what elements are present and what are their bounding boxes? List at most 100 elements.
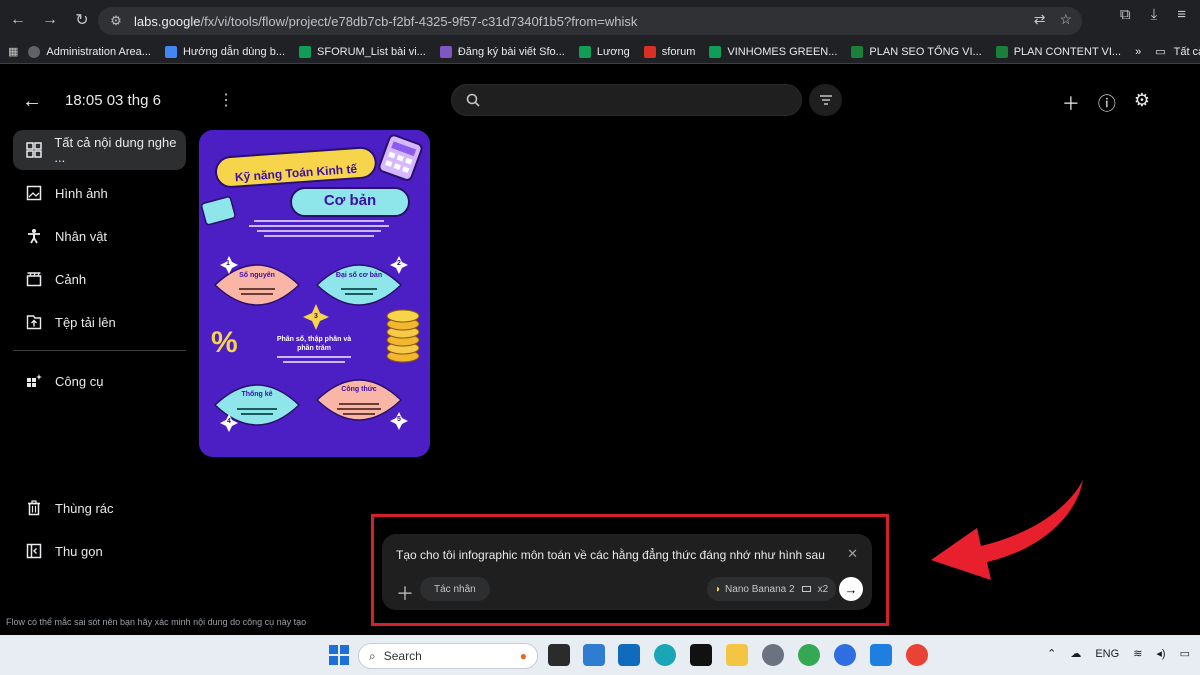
project-title: 18:05 03 thg 6 bbox=[65, 92, 161, 109]
arrow-right-icon: → bbox=[844, 581, 858, 597]
task-view-icon[interactable] bbox=[548, 644, 570, 666]
flow-app: ← 18:05 03 thg 6 ⋮ ＋ ⓘ ⚙ Tất cả nội dung… bbox=[0, 64, 1200, 635]
bookmark-item[interactable]: PLAN CONTENT VI... bbox=[995, 45, 1121, 58]
banana-icon: ◗ bbox=[715, 583, 722, 595]
sidebar-divider bbox=[13, 350, 186, 351]
more-vert-icon[interactable]: ⋮ bbox=[218, 90, 234, 110]
sidebar-item-trash[interactable]: Thùng rác bbox=[13, 488, 186, 528]
bookmark-favicon bbox=[164, 45, 177, 58]
sidebar-item-scenes[interactable]: Cảnh bbox=[13, 259, 186, 299]
onedrive-icon[interactable]: ☁ bbox=[1070, 647, 1081, 660]
section-number: 5 bbox=[397, 416, 401, 423]
bookmark-favicon bbox=[28, 45, 41, 58]
folder-icon: ▭ bbox=[1155, 46, 1166, 58]
filter-icon bbox=[819, 95, 832, 105]
sidebar-item-images[interactable]: Hình ảnh bbox=[13, 173, 186, 213]
sidebar-item-tools[interactable]: Công cụ bbox=[13, 361, 186, 401]
back-arrow-icon[interactable]: ← bbox=[22, 90, 42, 113]
zalo-icon[interactable] bbox=[834, 644, 856, 666]
prompt-input[interactable]: Tạo cho tôi infographic môn toán về các … bbox=[396, 548, 825, 562]
annotation-arrow-icon bbox=[931, 480, 1083, 580]
sidebar-item-characters[interactable]: Nhân vật bbox=[13, 216, 186, 256]
send-button[interactable]: → bbox=[839, 577, 863, 601]
section-label: Thống kê bbox=[241, 391, 273, 398]
sidebar-item-collapse[interactable]: Thu gọn bbox=[13, 531, 186, 571]
add-icon[interactable]: ＋ bbox=[1062, 90, 1080, 116]
chevron-up-icon[interactable]: ⌃ bbox=[1047, 647, 1056, 660]
bookmarks-more[interactable]: » bbox=[1135, 46, 1141, 58]
collapse-panel-icon bbox=[25, 542, 43, 560]
reading-list-icon[interactable]: ≡ bbox=[1177, 6, 1186, 23]
reload-icon[interactable]: ↻ bbox=[68, 6, 96, 34]
edge-icon[interactable] bbox=[654, 644, 676, 666]
app-icon[interactable] bbox=[870, 644, 892, 666]
tools-sparkle-icon bbox=[25, 372, 43, 390]
model-selector[interactable]: ◗ Nano Banana 2 x2 bbox=[707, 577, 837, 601]
sidebar-item-all-content[interactable]: Tất cả nội dung nghe ... bbox=[13, 130, 186, 170]
all-bookmarks[interactable]: Tất cả bbox=[1174, 46, 1200, 58]
bookmark-favicon bbox=[851, 45, 864, 58]
search-highlight-icon: ● bbox=[519, 649, 527, 663]
outlook-icon[interactable] bbox=[618, 644, 640, 666]
taskbar-search-label: Search bbox=[383, 649, 422, 663]
sidebar-item-label: Thùng rác bbox=[55, 500, 114, 516]
apps-grid-icon[interactable]: ▦ bbox=[8, 45, 18, 58]
chrome-icon[interactable] bbox=[798, 644, 820, 666]
forward-icon[interactable]: → bbox=[36, 6, 64, 34]
store-icon[interactable] bbox=[583, 644, 605, 666]
bookmark-favicon bbox=[578, 45, 591, 58]
upload-icon bbox=[25, 313, 43, 331]
bookmark-item[interactable]: Đăng ký bài viết Sfo... bbox=[439, 45, 565, 58]
prompt-composer[interactable]: Tạo cho tôi infographic môn toán về các … bbox=[382, 534, 872, 610]
percent-symbol: % bbox=[211, 326, 238, 359]
agent-chip[interactable]: Tác nhân bbox=[420, 577, 490, 601]
extensions-icon[interactable]: ⧉ bbox=[1120, 6, 1131, 23]
bookmark-item[interactable]: Administration Area... bbox=[28, 45, 151, 58]
bookmark-favicon bbox=[995, 45, 1008, 58]
bookmark-item[interactable]: Hướng dẫn dùng b... bbox=[164, 45, 285, 58]
capcut-icon[interactable] bbox=[690, 644, 712, 666]
windows-taskbar: ⌕ Search ● ⌃ ☁ ENG ≋ ◂) ▭ bbox=[0, 635, 1200, 675]
language-indicator[interactable]: ENG bbox=[1095, 648, 1119, 660]
site-info-icon[interactable]: ⚙ bbox=[108, 13, 124, 29]
volume-icon[interactable]: ◂) bbox=[1156, 647, 1165, 660]
close-icon[interactable]: ✕ bbox=[847, 546, 858, 562]
output-count: x2 bbox=[817, 583, 829, 595]
settings-gear-icon[interactable]: ⚙ bbox=[1134, 90, 1150, 116]
translate-icon[interactable]: ⇄ bbox=[1034, 11, 1046, 28]
section-number: 1 bbox=[226, 260, 230, 267]
address-bar[interactable]: ⚙ labs.google /fx/vi/tools/flow/project/… bbox=[98, 7, 1082, 35]
sidebar-item-label: Thu gọn bbox=[55, 543, 103, 559]
bookmark-star-icon[interactable]: ☆ bbox=[1059, 11, 1072, 28]
sidebar-item-uploads[interactable]: Tệp tải lên bbox=[13, 302, 186, 342]
bookmark-item[interactable]: Lương bbox=[578, 45, 630, 58]
taskbar-search[interactable]: ⌕ Search ● bbox=[358, 643, 538, 669]
bookmark-item[interactable]: SFORUM_List bài vi... bbox=[299, 45, 426, 58]
bookmark-item[interactable]: VINHOMES GREEN... bbox=[709, 45, 837, 58]
section-label: Số nguyên bbox=[239, 272, 275, 279]
system-tray: ⌃ ☁ ENG ≋ ◂) ▭ bbox=[1047, 647, 1190, 661]
person-icon bbox=[25, 227, 43, 245]
bookmarks-bar: ▦ Administration Area... Hướng dẫn dùng … bbox=[0, 40, 1200, 64]
search-input[interactable] bbox=[451, 84, 802, 116]
wifi-icon[interactable]: ≋ bbox=[1133, 647, 1142, 660]
download-icon[interactable]: ⤓ bbox=[1151, 6, 1158, 23]
aspect-ratio-icon bbox=[801, 586, 811, 592]
generated-image-card[interactable]: Kỹ năng Toán Kinh tế Cơ bản 1 Số nguyên … bbox=[199, 130, 430, 457]
help-icon[interactable]: ⓘ bbox=[1098, 90, 1116, 116]
windows-start-icon[interactable] bbox=[329, 645, 349, 670]
filter-button[interactable] bbox=[809, 84, 842, 116]
section-label: Công thức bbox=[341, 386, 377, 393]
settings-gear-icon[interactable] bbox=[762, 644, 784, 666]
file-explorer-icon[interactable] bbox=[726, 644, 748, 666]
sidebar: Tất cả nội dung nghe ... Hình ảnh Nhân v… bbox=[13, 130, 186, 404]
infographic-title-line2: Cơ bản bbox=[323, 192, 377, 209]
bookmark-item[interactable]: PLAN SEO TỔNG VI... bbox=[851, 45, 982, 58]
back-icon[interactable]: ← bbox=[4, 6, 32, 34]
battery-icon[interactable]: ▭ bbox=[1180, 647, 1190, 660]
add-media-icon[interactable]: ＋ bbox=[396, 580, 414, 606]
bookmark-item[interactable]: sforum bbox=[643, 45, 695, 58]
chrome-profile-icon[interactable] bbox=[906, 644, 928, 666]
url-path: /fx/vi/tools/flow/project/e78db7cb-f2bf-… bbox=[200, 13, 638, 29]
sidebar-item-label: Tất cả nội dung nghe ... bbox=[54, 135, 177, 165]
